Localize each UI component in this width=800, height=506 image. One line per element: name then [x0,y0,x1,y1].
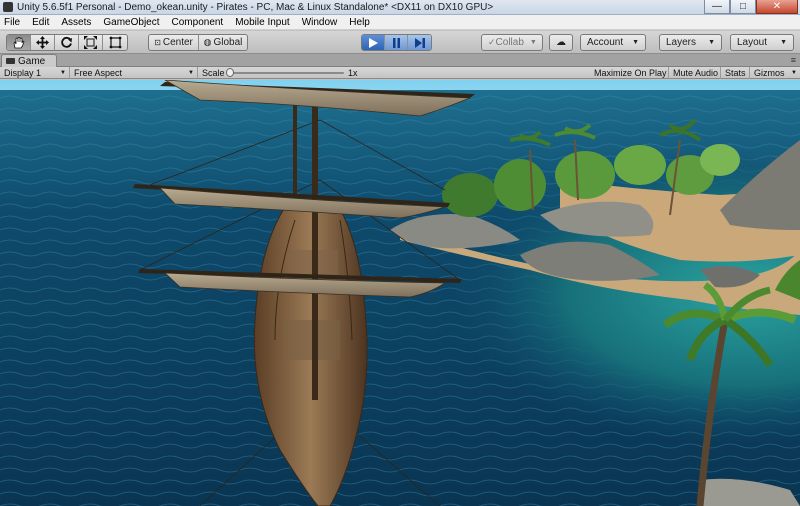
game-viewport[interactable] [0,80,800,506]
gizmos-dropdown[interactable]: Gizmos ▼ [750,67,800,79]
step-button[interactable] [408,35,431,50]
stats-toggle[interactable]: Stats [721,67,750,79]
play-icon [368,37,378,48]
dropdown-arrow-icon: ▼ [632,39,639,46]
transform-tools [6,34,128,51]
pivot-icon: ⊡ [154,38,161,47]
scale-slider-handle[interactable] [226,68,234,77]
dropdown-arrow-icon: ▼ [791,70,797,76]
aspect-dropdown[interactable]: Free Aspect ▼ [70,67,198,79]
menu-bar: File Edit Assets GameObject Component Mo… [0,15,800,30]
pivot-center-button[interactable]: ⊡ Center [149,35,199,50]
tab-game[interactable]: Game [1,54,57,67]
menu-edit[interactable]: Edit [32,17,49,28]
rotate-tool-button[interactable] [55,35,79,50]
pause-icon [392,37,400,48]
scale-slider-track[interactable] [230,72,344,74]
dropdown-arrow-icon: ▼ [529,39,537,46]
menu-mobile-input[interactable]: Mobile Input [235,17,289,28]
dropdown-arrow-icon: ▼ [60,70,66,76]
tab-options-icon[interactable]: ≡ [791,55,796,65]
dropdown-arrow-icon: ▼ [188,70,194,76]
scale-label: Scale [202,68,225,78]
maximize-on-play-toggle[interactable]: Maximize On Play [590,67,669,79]
layers-dropdown[interactable]: Layers ▼ [659,34,722,51]
account-dropdown[interactable]: Account ▼ [580,34,646,51]
space-global-button[interactable]: ◍ Global [199,35,247,50]
pause-button[interactable] [385,35,408,50]
game-camera-icon [6,58,15,64]
cloud-icon: ☁ [556,37,566,48]
layout-dropdown[interactable]: Layout ▼ [730,34,794,51]
rect-tool-button[interactable] [103,35,127,50]
main-toolbar: ⊡ Center ◍ Global ✓ Collab ▼ ☁ Account ▼… [0,31,800,54]
globe-icon: ◍ [203,37,212,47]
move-icon [36,36,49,49]
menu-file[interactable]: File [4,17,20,28]
menu-component[interactable]: Component [172,17,224,28]
playback-controls [361,34,432,51]
game-view-toolbar: Display 1 ▼ Free Aspect ▼ Scale 1x Maxim… [0,67,800,79]
minimize-button[interactable]: — [704,0,730,14]
dropdown-arrow-icon: ▼ [780,39,787,46]
scale-icon [84,36,97,49]
game-scene-render [0,80,800,506]
check-icon: ✓ [488,37,496,47]
hand-tool-button[interactable] [7,35,31,50]
rotate-icon [61,36,72,48]
scale-tool-button[interactable] [79,35,103,50]
step-icon [414,37,425,48]
move-tool-button[interactable] [31,35,55,50]
cloud-button[interactable]: ☁ [549,34,573,51]
hand-icon [13,36,25,48]
unity-logo-icon [3,2,13,12]
maximize-button[interactable]: □ [730,0,756,14]
scale-value: 1x [348,68,358,78]
menu-assets[interactable]: Assets [61,17,91,28]
window-title-bar: Unity 5.6.5f1 Personal - Demo_okean.unit… [0,0,800,15]
menu-gameobject[interactable]: GameObject [103,17,159,28]
pivot-toggles: ⊡ Center ◍ Global [148,34,248,51]
dropdown-arrow-icon: ▼ [708,39,715,46]
window-controls: — □ ✕ [704,0,798,15]
close-button[interactable]: ✕ [756,0,798,14]
play-button[interactable] [362,35,385,50]
tab-bar: Game ≡ [0,54,800,67]
display-dropdown[interactable]: Display 1 ▼ [0,67,70,79]
rect-tool-icon [109,36,121,49]
window-title: Unity 5.6.5f1 Personal - Demo_okean.unit… [17,1,494,13]
menu-window[interactable]: Window [302,17,338,28]
mute-audio-toggle[interactable]: Mute Audio [669,67,721,79]
menu-help[interactable]: Help [349,17,370,28]
collab-dropdown[interactable]: ✓ Collab ▼ [481,34,543,51]
